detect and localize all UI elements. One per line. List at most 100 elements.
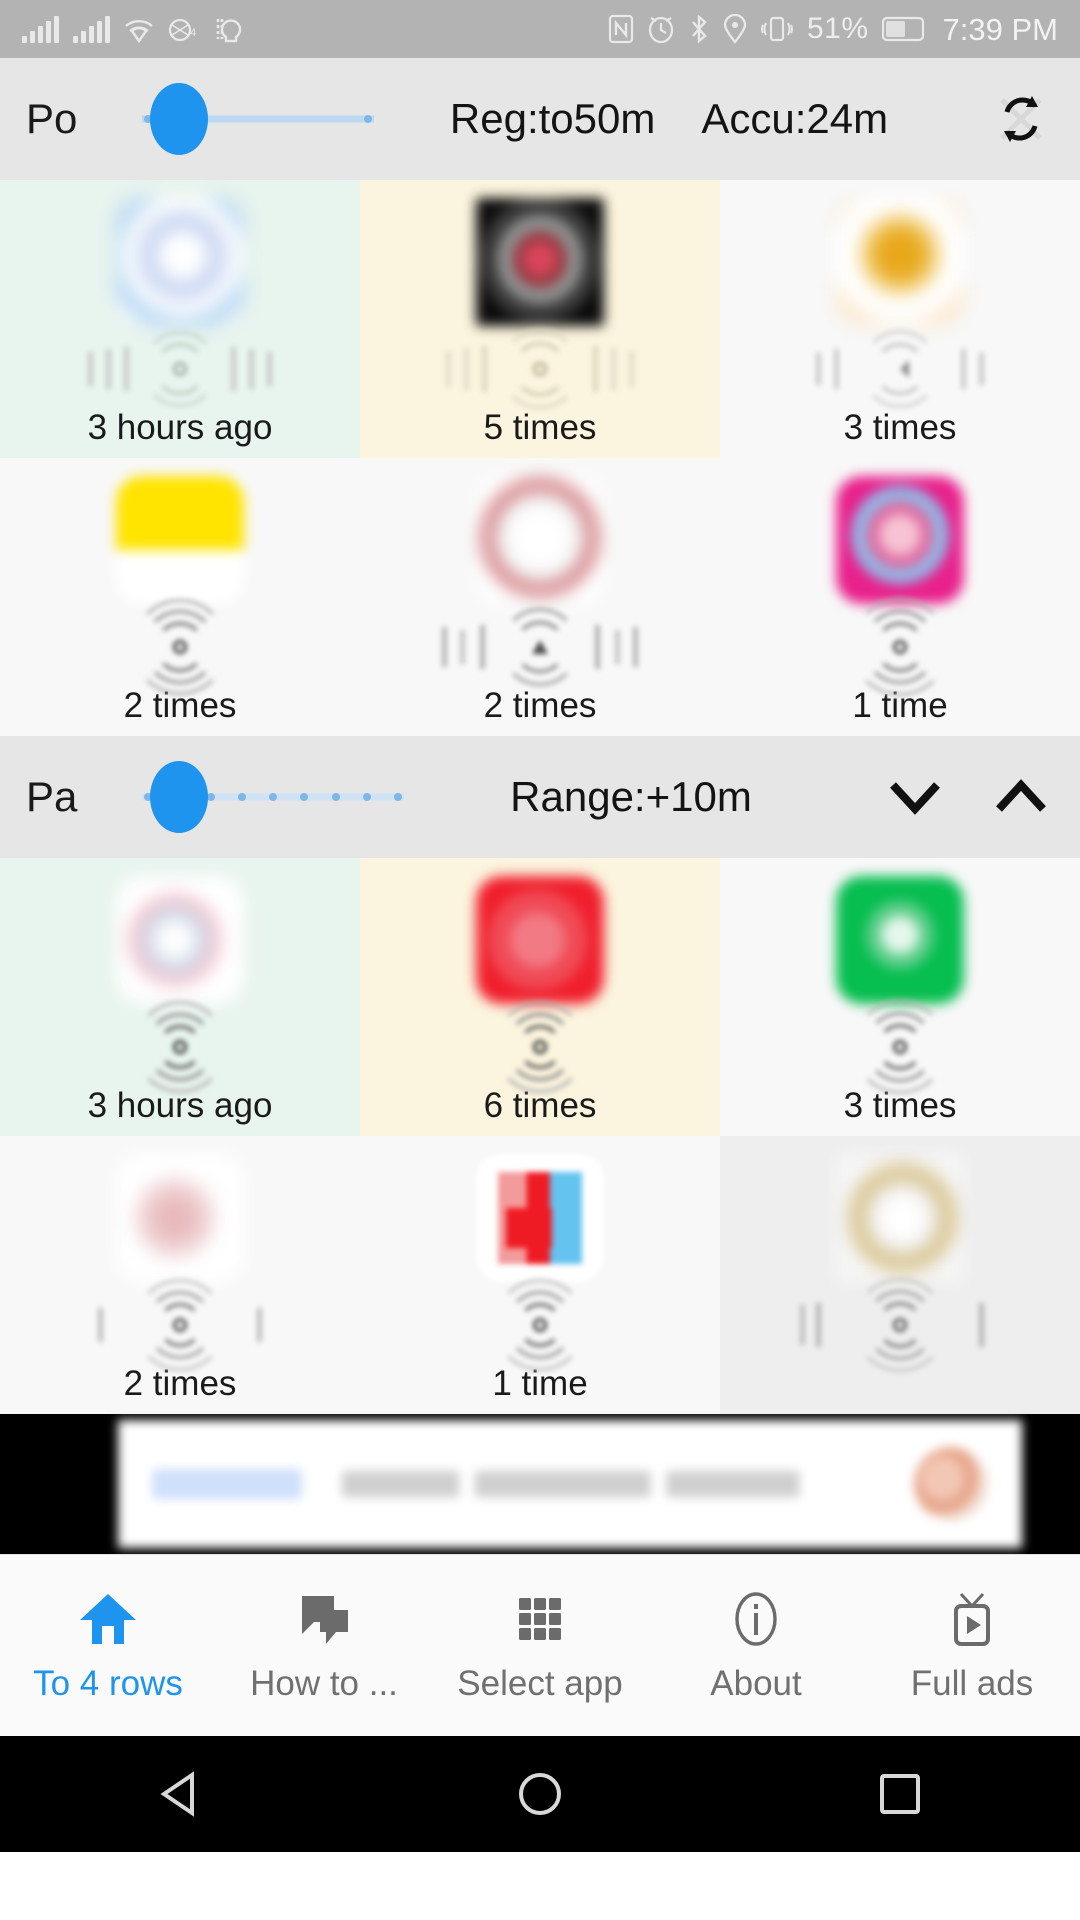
cell-label: 3 hours ago	[87, 408, 273, 447]
wave-signal-icon	[80, 599, 280, 695]
reg-value: Reg:to50m	[449, 95, 656, 142]
nav-item-about[interactable]: About	[648, 1555, 864, 1736]
panel-two-actions	[858, 764, 1054, 830]
vibrate-icon	[761, 16, 793, 42]
ad-content[interactable]	[118, 1420, 1022, 1548]
wave-signal-icon	[440, 608, 640, 686]
panel-two-label: Pa	[26, 773, 78, 820]
chevron-down-button[interactable]	[882, 764, 948, 830]
slider-thumb[interactable]	[149, 761, 208, 833]
call-icon	[216, 19, 242, 43]
bottom-navigation-bar: To 4 rows How to ... Select app About Fu…	[0, 1554, 1080, 1736]
app-icon-blurred[interactable]	[836, 476, 964, 604]
wave-signal-icon	[80, 1279, 280, 1371]
wave-signal-icon	[440, 1001, 640, 1093]
grid-cell[interactable]	[720, 1136, 1080, 1414]
range-value: Range:+10m	[510, 773, 752, 820]
wave-signal-icon	[80, 331, 280, 407]
cell-label: 2 times	[483, 686, 597, 725]
data-4g-icon: 4	[168, 18, 196, 42]
grid-cell[interactable]: 3 times	[720, 180, 1080, 458]
nav-item-how-to[interactable]: How to ...	[216, 1555, 432, 1736]
grid-cell[interactable]: 3 times	[720, 858, 1080, 1136]
grid-cell[interactable]: 5 times	[360, 180, 720, 458]
bluetooth-icon	[692, 14, 707, 44]
signal-bars-icon-2	[73, 16, 110, 43]
panel-one-label: Po	[26, 95, 78, 142]
app-icon-blurred[interactable]	[836, 876, 964, 1004]
chevron-up-icon	[996, 779, 1046, 812]
panel-one-toolbar: Po Reg:to50m Accu:24m	[0, 58, 1080, 180]
home-circle-icon	[519, 1773, 561, 1815]
back-triangle-icon	[160, 1771, 194, 1817]
chevron-down-icon	[890, 782, 940, 815]
location-icon	[723, 14, 747, 44]
android-navigation-bar	[0, 1736, 1080, 1852]
nav-label: How to ...	[250, 1663, 398, 1703]
sync-refresh-button[interactable]	[988, 86, 1054, 152]
status-bar-right-icons: 51% 7:39 PM	[608, 14, 1058, 45]
grid-cell[interactable]: 2 times	[0, 1136, 360, 1414]
slider-thumb[interactable]	[150, 83, 209, 155]
home-button[interactable]	[485, 1736, 595, 1852]
app-icon-blurred[interactable]	[836, 1154, 964, 1282]
status-bar-clock: 7:39 PM	[942, 11, 1058, 47]
position-slider[interactable]	[142, 83, 374, 155]
grid-cell[interactable]: 1 time	[360, 1136, 720, 1414]
grid-cell[interactable]: 2 times	[0, 458, 360, 736]
grid-cell[interactable]: 2 times	[360, 458, 720, 736]
signal-bars-icon	[22, 16, 59, 43]
wave-signal-icon	[800, 330, 1000, 408]
ad-text-line	[342, 1471, 874, 1497]
nav-item-full-ads[interactable]: Full ads	[864, 1555, 1080, 1736]
nav-item-to-4-rows[interactable]: To 4 rows	[0, 1555, 216, 1736]
home-icon	[78, 1588, 138, 1650]
app-icon-blurred[interactable]	[116, 1154, 244, 1282]
panel-one-grid: 3 hours ago 5 times 3 times 2 times 2 ti…	[0, 180, 1080, 736]
range-slider[interactable]	[142, 761, 404, 833]
nav-label: Select app	[457, 1663, 623, 1703]
app-icon-blurred[interactable]	[476, 1154, 604, 1282]
nfc-icon	[608, 14, 634, 44]
app-icon-blurred[interactable]	[476, 198, 604, 326]
alarm-icon	[648, 16, 674, 44]
back-button[interactable]	[125, 1736, 235, 1852]
advertisement-banner[interactable]	[0, 1414, 1080, 1554]
wave-signal-icon	[800, 1000, 1000, 1094]
recents-button[interactable]	[845, 1736, 955, 1852]
nav-label: Full ads	[910, 1663, 1034, 1703]
status-bar-left-icons: 4	[22, 15, 244, 43]
svg-text:4: 4	[190, 27, 196, 39]
nav-item-select-app[interactable]: Select app	[432, 1555, 648, 1736]
app-icon-blurred[interactable]	[836, 198, 964, 326]
cell-label: 5 times	[483, 408, 597, 447]
grid-apps-icon	[511, 1588, 569, 1650]
grid-cell[interactable]: 6 times	[360, 858, 720, 1136]
app-icon-blurred[interactable]	[476, 876, 604, 1004]
info-icon	[727, 1588, 785, 1650]
wave-signal-icon	[80, 1001, 280, 1093]
wave-signal-icon	[440, 1279, 640, 1371]
wave-signal-icon	[800, 1278, 1000, 1372]
grid-cell[interactable]: 3 hours ago	[0, 858, 360, 1136]
panel-one-values: Reg:to50m Accu:24m	[374, 95, 964, 143]
panel-one-actions	[964, 86, 1054, 152]
panel-two-grid: 3 hours ago 6 times 3 times 2 times 1 ti…	[0, 858, 1080, 1414]
panel-two-toolbar: Pa Range:+10m	[0, 736, 1080, 858]
nav-label: To 4 rows	[33, 1663, 183, 1703]
battery-percent-label: 51%	[807, 12, 869, 45]
app-icon-blurred[interactable]	[116, 198, 244, 326]
wave-signal-icon	[800, 598, 1000, 696]
tv-play-icon	[943, 1588, 1001, 1650]
chevron-up-button[interactable]	[988, 764, 1054, 830]
accu-value: Accu:24m	[701, 95, 889, 142]
panel-two-values: Range:+10m	[404, 773, 858, 821]
grid-cell[interactable]: 1 time	[720, 458, 1080, 736]
grid-cell[interactable]: 3 hours ago	[0, 180, 360, 458]
app-icon-blurred[interactable]	[116, 876, 244, 1004]
app-icon-blurred[interactable]	[476, 476, 604, 604]
chat-icon	[294, 1588, 354, 1650]
status-bar: 4 51% 7:39 PM	[0, 0, 1080, 58]
app-icon-blurred[interactable]	[116, 476, 244, 604]
ad-label-tag	[152, 1469, 302, 1499]
